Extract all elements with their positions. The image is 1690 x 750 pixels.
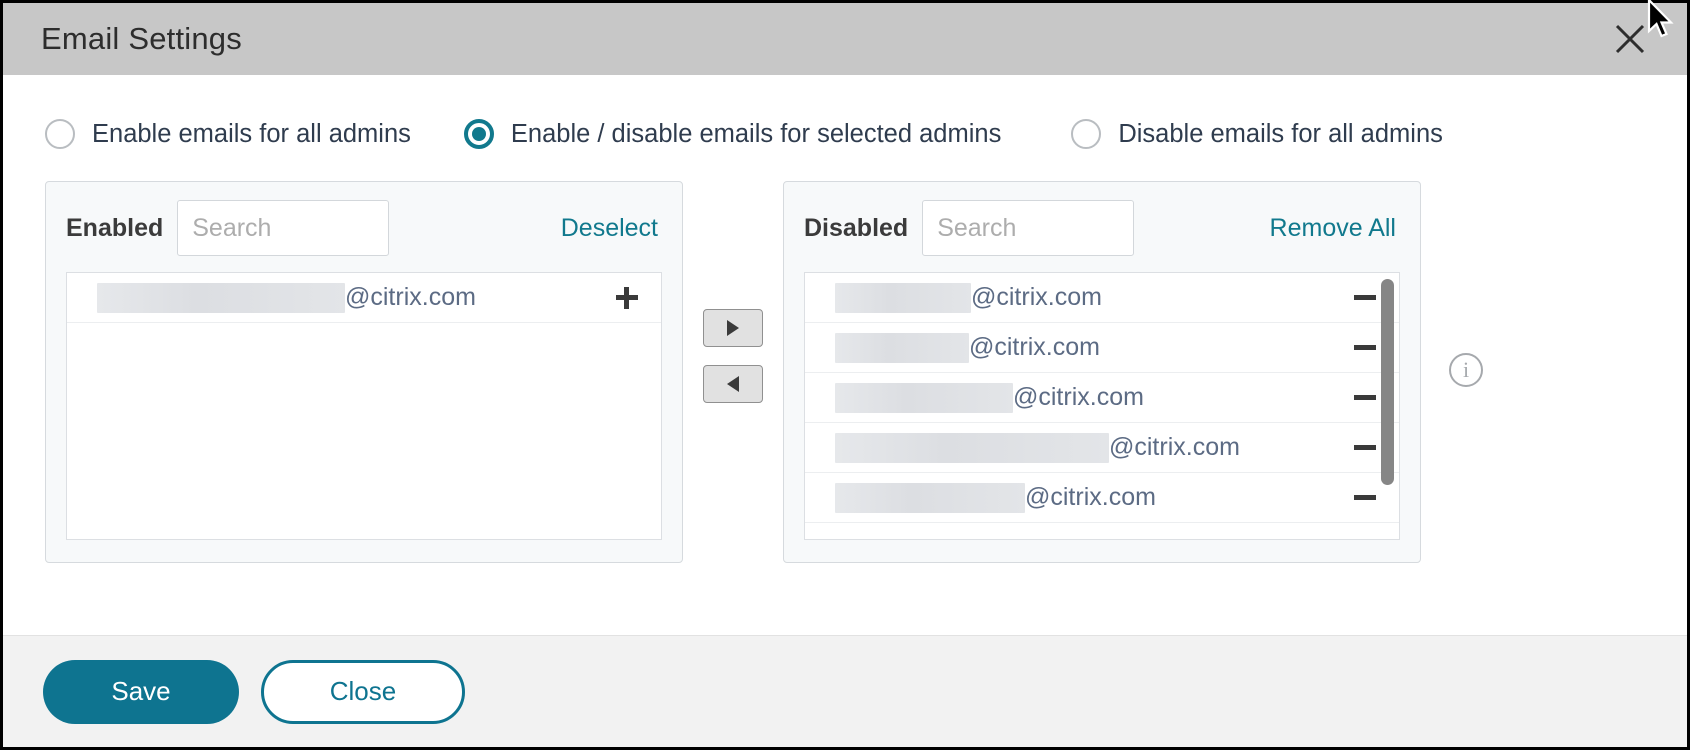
email-address: @citrix.com — [835, 382, 1144, 413]
move-left-button[interactable] — [703, 365, 763, 403]
radio-label-enable-all: Enable emails for all admins — [92, 119, 411, 148]
info-column: i — [1421, 181, 1483, 387]
email-domain: @citrix.com — [1109, 433, 1240, 461]
radio-option-enable-all[interactable]: Enable emails for all admins — [45, 119, 411, 149]
redacted-username — [835, 432, 1109, 463]
email-address: @citrix.com — [835, 332, 1100, 363]
enabled-list: @citrix.com — [66, 272, 662, 540]
disabled-search-input[interactable] — [922, 200, 1135, 256]
dialog-titlebar: Email Settings — [3, 3, 1687, 75]
email-address: @citrix.com — [835, 432, 1240, 463]
radio-label-selected-admins: Enable / disable emails for selected adm… — [510, 119, 1002, 148]
add-admin-button[interactable] — [609, 280, 645, 316]
disabled-panel-title: Disabled — [804, 213, 909, 242]
info-circle-icon[interactable]: i — [1449, 353, 1483, 387]
minus-icon — [1354, 295, 1376, 300]
radio-label-disable-all: Disable emails for all admins — [1118, 119, 1443, 148]
redacted-username — [97, 282, 345, 313]
email-scope-radio-group: Enable emails for all admins Enable / di… — [43, 75, 1647, 149]
close-button[interactable]: Close — [261, 659, 465, 724]
minus-icon — [1354, 445, 1376, 450]
minus-icon — [1354, 395, 1376, 400]
enabled-search-input[interactable] — [177, 200, 390, 256]
radio-indicator-disable-all[interactable] — [1071, 119, 1102, 149]
remove-admin-button[interactable] — [1347, 430, 1383, 466]
radio-option-selected-admins[interactable]: Enable / disable emails for selected adm… — [463, 119, 1002, 149]
email-domain: @citrix.com — [345, 283, 476, 311]
email-domain: @citrix.com — [969, 333, 1100, 361]
plus-icon — [616, 286, 638, 309]
list-item[interactable]: @citrix.com — [805, 423, 1399, 473]
remove-admin-button[interactable] — [1347, 480, 1383, 516]
list-item[interactable]: @citrix.com — [805, 473, 1399, 523]
redacted-username — [835, 332, 969, 363]
remove-admin-button[interactable] — [1347, 380, 1383, 416]
disabled-panel-header: Disabled Remove All — [804, 200, 1400, 256]
disabled-list: @citrix.com @citrix.com @citrix.com @citrix… — [804, 272, 1400, 540]
email-address: @citrix.com — [835, 482, 1156, 513]
triangle-right-icon — [727, 320, 739, 336]
redacted-username — [835, 482, 1025, 513]
list-item[interactable]: @citrix.com — [67, 273, 661, 323]
redacted-username — [835, 382, 1013, 413]
radio-option-disable-all[interactable]: Disable emails for all admins — [1071, 119, 1443, 149]
disabled-panel: Disabled Remove All @citrix.com@citrix.c… — [783, 181, 1421, 563]
remove-all-button[interactable]: Remove All — [1270, 214, 1400, 243]
radio-indicator-selected-admins[interactable] — [463, 119, 494, 149]
minus-icon — [1354, 495, 1376, 500]
email-settings-dialog: Email Settings Enable emails for all adm… — [0, 0, 1690, 750]
transfer-controls — [683, 181, 783, 403]
enabled-panel: Enabled Deselect @citrix.com — [45, 181, 683, 563]
enabled-panel-header: Enabled Deselect — [66, 200, 662, 256]
remove-admin-button[interactable] — [1347, 330, 1383, 366]
save-button[interactable]: Save — [43, 659, 239, 724]
email-address: @citrix.com — [97, 282, 476, 313]
disabled-list-rows: @citrix.com @citrix.com @citrix.com @citrix… — [805, 273, 1399, 539]
page-title: Email Settings — [41, 21, 242, 56]
redacted-username — [835, 282, 971, 313]
email-domain: @citrix.com — [1013, 383, 1144, 411]
close-icon[interactable] — [1611, 20, 1649, 58]
list-item[interactable]: @citrix.com — [805, 323, 1399, 373]
list-item[interactable]: @citrix.com — [805, 273, 1399, 323]
enabled-panel-title: Enabled — [66, 213, 164, 242]
email-domain: @citrix.com — [971, 283, 1102, 311]
dialog-body: Enable emails for all admins Enable / di… — [3, 75, 1687, 635]
list-item[interactable]: @citrix.com — [805, 373, 1399, 423]
triangle-left-icon — [727, 376, 739, 392]
deselect-button[interactable]: Deselect — [561, 214, 662, 243]
dialog-footer: Save Close — [3, 635, 1687, 747]
email-address: @citrix.com — [835, 282, 1102, 313]
email-domain: @citrix.com — [1025, 483, 1156, 511]
enabled-list-rows: @citrix.com — [67, 273, 661, 539]
minus-icon — [1354, 345, 1376, 350]
radio-indicator-enable-all[interactable] — [45, 119, 75, 149]
remove-admin-button[interactable] — [1347, 280, 1383, 316]
admin-transfer-area: Enabled Deselect @citrix.com — [43, 181, 1647, 563]
disabled-list-scrollbar[interactable] — [1381, 279, 1394, 485]
move-right-button[interactable] — [703, 309, 763, 347]
